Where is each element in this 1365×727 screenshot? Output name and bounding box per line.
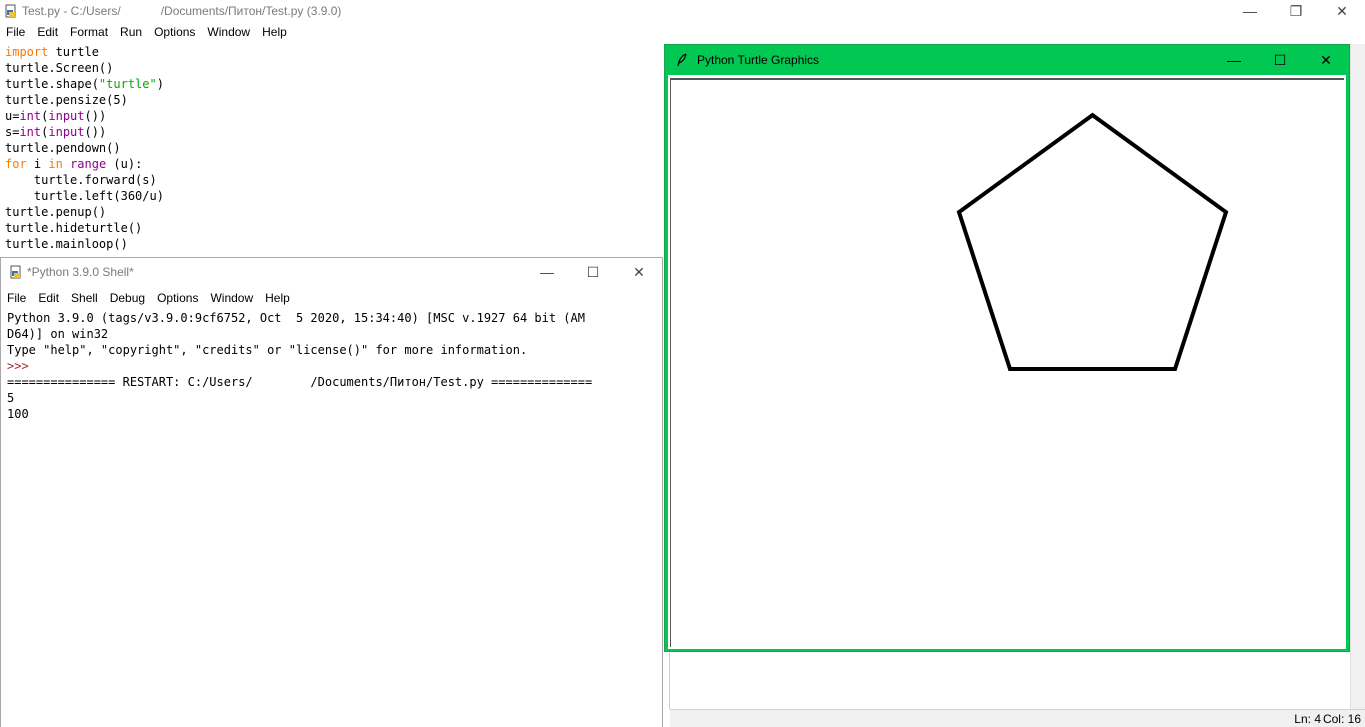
code-line: turtle.forward(s) bbox=[5, 173, 157, 187]
shell-title: *Python 3.9.0 Shell* bbox=[27, 265, 134, 279]
turtle-window: Python Turtle Graphics — ☐ ✕ bbox=[664, 44, 1350, 652]
editor-code-area[interactable]: import turtle turtle.Screen() turtle.shape… bbox=[5, 44, 164, 252]
code-line: s=int(input()) bbox=[5, 125, 107, 139]
editor-menu-format[interactable]: Format bbox=[64, 25, 114, 39]
minimize-icon[interactable]: — bbox=[1211, 45, 1257, 75]
restore-icon[interactable]: ❐ bbox=[1273, 0, 1319, 22]
editor-menu-run[interactable]: Run bbox=[114, 25, 148, 39]
feather-icon bbox=[675, 53, 689, 67]
minimize-icon[interactable]: — bbox=[524, 258, 570, 286]
close-icon[interactable]: ✕ bbox=[1303, 45, 1349, 75]
editor-scrollbar[interactable] bbox=[1350, 44, 1365, 709]
code-line: u=int(input()) bbox=[5, 109, 107, 123]
shell-window-controls: — ☐ ✕ bbox=[524, 258, 662, 286]
line-number-status: Ln: 4 bbox=[1294, 712, 1321, 726]
code-line: turtle.hideturtle() bbox=[5, 221, 143, 235]
maximize-icon[interactable]: ☐ bbox=[570, 258, 616, 286]
shell-line: 5 bbox=[7, 391, 15, 405]
shell-output-area[interactable]: Python 3.9.0 (tags/v3.9.0:9cf6752, Oct 5… bbox=[7, 310, 592, 422]
code-line: turtle.shape("turtle") bbox=[5, 77, 164, 91]
close-icon[interactable]: ✕ bbox=[1319, 0, 1365, 22]
shell-line: Type "help", "copyright", "credits" or "… bbox=[7, 343, 528, 357]
shell-menu-window[interactable]: Window bbox=[204, 291, 259, 305]
turtle-drawing bbox=[956, 112, 1229, 371]
editor-menubar: File Edit Format Run Options Window Help bbox=[0, 22, 293, 42]
turtle-title: Python Turtle Graphics bbox=[697, 53, 820, 67]
shell-line: D64)] on win32 bbox=[7, 327, 109, 341]
maximize-icon[interactable]: ☐ bbox=[1257, 45, 1303, 75]
editor-title: Test.py - C:/Users/ /Documents/Питон/Tes… bbox=[22, 4, 342, 18]
turtle-window-controls: — ☐ ✕ bbox=[1211, 45, 1349, 75]
editor-window-controls: — ❐ ✕ bbox=[1227, 0, 1365, 22]
editor-titlebar[interactable]: Test.py - C:/Users/ /Documents/Питон/Tes… bbox=[0, 0, 1365, 22]
editor-menu-help[interactable]: Help bbox=[256, 25, 293, 39]
shell-menu-file[interactable]: File bbox=[1, 291, 32, 305]
shell-line: 100 bbox=[7, 407, 29, 421]
code-line: import turtle bbox=[5, 45, 99, 59]
turtle-canvas-frame bbox=[668, 75, 1346, 649]
shell-menubar: File Edit Shell Debug Options Window Help bbox=[1, 286, 296, 310]
shell-menu-options[interactable]: Options bbox=[151, 291, 204, 305]
column-number-status: Col: 16 bbox=[1322, 712, 1361, 726]
shell-line: =============== RESTART: C:/Users/ /Docu… bbox=[7, 375, 593, 389]
python-shell-icon bbox=[9, 265, 23, 279]
shell-line: >>> bbox=[7, 359, 36, 373]
editor-menu-edit[interactable]: Edit bbox=[31, 25, 64, 39]
shell-window: *Python 3.9.0 Shell* — ☐ ✕ File Edit Shell… bbox=[0, 257, 663, 727]
turtle-canvas[interactable] bbox=[670, 78, 1344, 647]
pentagon-shape bbox=[956, 112, 1229, 371]
code-line: for i in range (u): bbox=[5, 157, 143, 171]
python-file-icon bbox=[4, 4, 18, 18]
shell-menu-debug[interactable]: Debug bbox=[104, 291, 151, 305]
code-line: turtle.left(360/u) bbox=[5, 189, 164, 203]
code-line: turtle.mainloop() bbox=[5, 237, 128, 251]
editor-menu-options[interactable]: Options bbox=[148, 25, 201, 39]
close-icon[interactable]: ✕ bbox=[616, 258, 662, 286]
minimize-icon[interactable]: — bbox=[1227, 0, 1273, 22]
code-line: turtle.penup() bbox=[5, 205, 107, 219]
code-line: turtle.Screen() bbox=[5, 61, 114, 75]
code-line: turtle.pensize(5) bbox=[5, 93, 128, 107]
code-line: turtle.pendown() bbox=[5, 141, 121, 155]
divider bbox=[669, 651, 670, 709]
shell-menu-edit[interactable]: Edit bbox=[32, 291, 65, 305]
editor-menu-window[interactable]: Window bbox=[201, 25, 256, 39]
shell-menu-shell[interactable]: Shell bbox=[65, 291, 104, 305]
editor-status-bar: Ln: 4 Col: 16 bbox=[670, 709, 1365, 727]
shell-menu-help[interactable]: Help bbox=[259, 291, 296, 305]
shell-line: Python 3.9.0 (tags/v3.9.0:9cf6752, Oct 5… bbox=[7, 311, 585, 325]
editor-menu-file[interactable]: File bbox=[0, 25, 31, 39]
